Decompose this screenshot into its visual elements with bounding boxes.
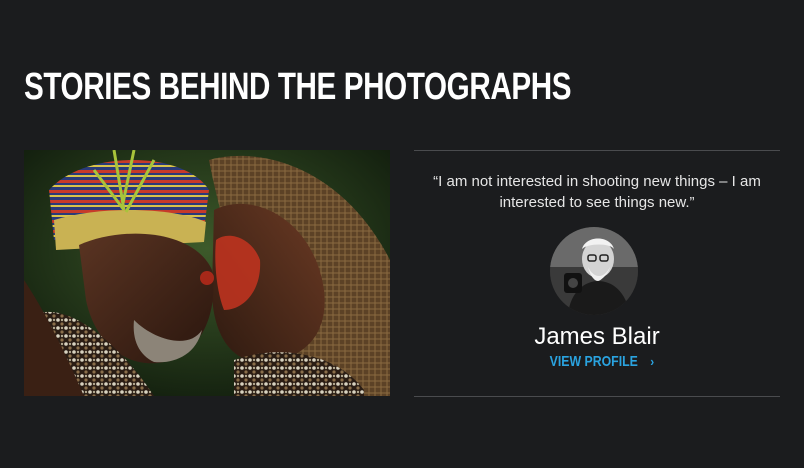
photographer-avatar[interactable] — [550, 227, 638, 315]
photographer-quote: “I am not interested in shooting new thi… — [433, 173, 761, 211]
featured-photo[interactable] — [24, 150, 390, 396]
section-title: STORIES BEHIND THE PHOTOGRAPHS — [24, 66, 572, 108]
story-quote-panel: “I am not interested in shooting new thi… — [414, 150, 780, 397]
photographer-name[interactable]: James Blair — [414, 323, 780, 351]
chevron-right-icon: › — [649, 354, 654, 369]
view-profile-link[interactable]: VIEW PROFILE › — [414, 353, 780, 371]
view-profile-label: VIEW PROFILE — [549, 353, 638, 370]
